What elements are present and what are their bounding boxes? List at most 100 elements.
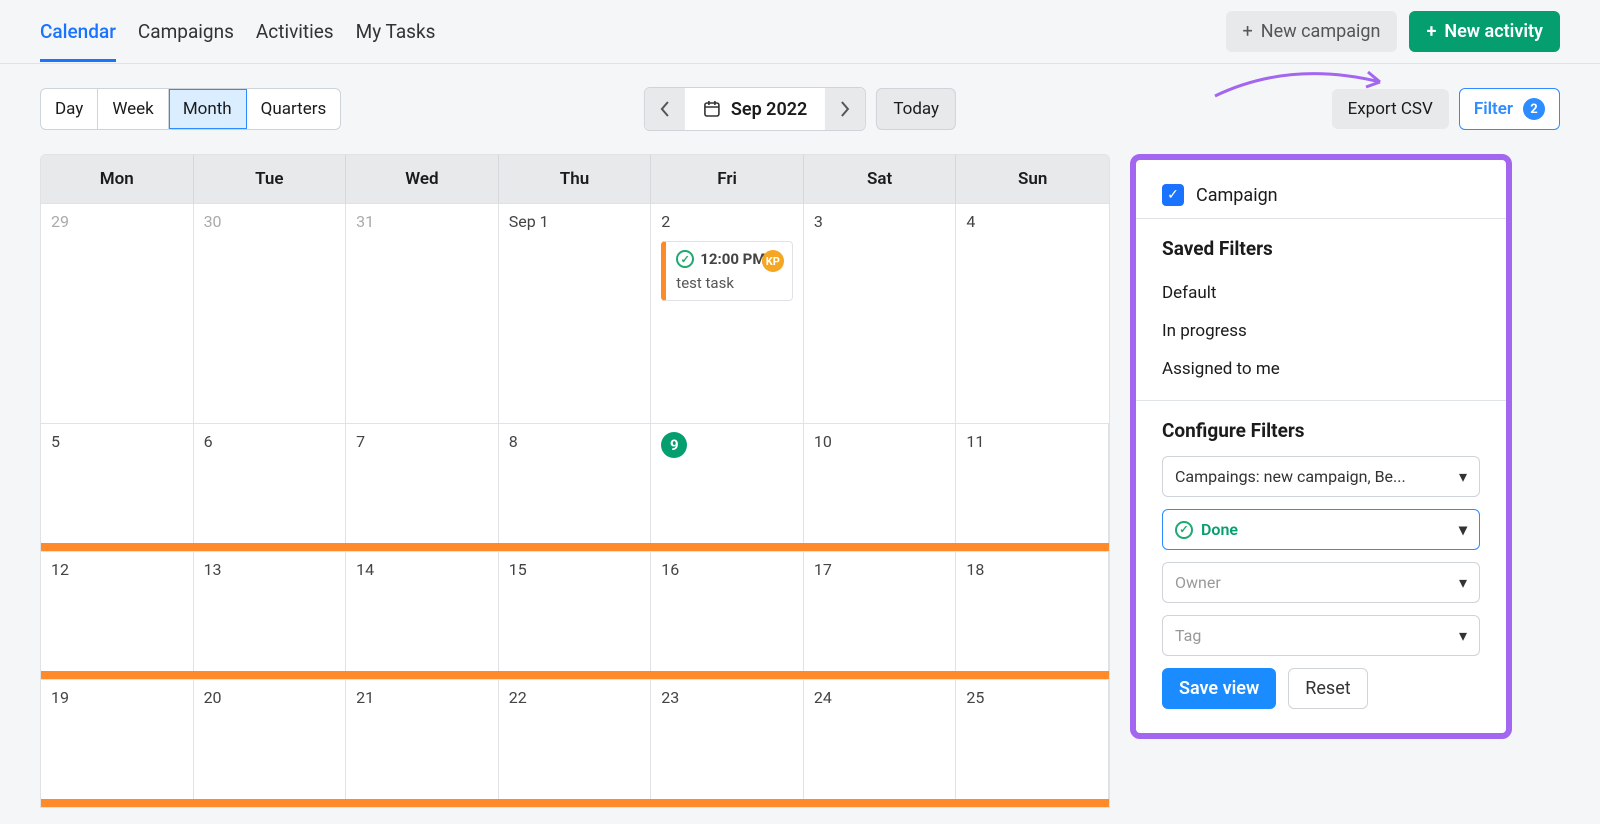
- calendar-cell[interactable]: Sep 1: [499, 203, 652, 423]
- tab-campaigns[interactable]: Campaigns: [138, 2, 234, 62]
- saved-filter-default[interactable]: Default: [1162, 274, 1480, 312]
- configure-filters-header: Configure Filters: [1162, 419, 1480, 442]
- calendar-cell[interactable]: 22: [499, 679, 652, 807]
- current-month-label: Sep 2022: [685, 99, 825, 120]
- new-activity-button[interactable]: + New activity: [1409, 11, 1560, 52]
- date-number: 20: [204, 688, 336, 707]
- calendar-cell[interactable]: 24: [804, 679, 957, 807]
- calendar-cell[interactable]: 15: [499, 551, 652, 679]
- calendar-cell[interactable]: 19: [41, 679, 194, 807]
- calendar-cell[interactable]: 11: [956, 423, 1109, 551]
- month-navigator: Sep 2022: [644, 87, 866, 131]
- nav-tabs: Calendar Campaigns Activities My Tasks: [40, 2, 435, 62]
- checkbox-icon: ✓: [1162, 184, 1184, 206]
- filter-button[interactable]: Filter 2: [1459, 88, 1560, 130]
- calendar-icon: [703, 100, 721, 118]
- date-number: 30: [204, 212, 336, 231]
- plus-icon: +: [1243, 23, 1253, 41]
- next-month-button[interactable]: [825, 88, 865, 130]
- date-number: 21: [356, 688, 488, 707]
- calendar-cell[interactable]: 3: [804, 203, 957, 423]
- new-activity-label: New activity: [1444, 21, 1543, 42]
- date-number: 19: [51, 688, 183, 707]
- calendar-cell[interactable]: 6: [194, 423, 347, 551]
- owner-select-value: Owner: [1175, 573, 1221, 592]
- calendar-week: 29 30 31 Sep 1 2 ✓12:00 PMKPtest task34: [41, 203, 1109, 423]
- calendar-cell[interactable]: 18: [956, 551, 1109, 679]
- save-view-button[interactable]: Save view: [1162, 668, 1276, 709]
- check-circle-icon: ✓: [676, 250, 694, 268]
- calendar-cell[interactable]: 4: [956, 203, 1109, 423]
- tag-select[interactable]: Tag ▾: [1162, 615, 1480, 656]
- tab-activities[interactable]: Activities: [256, 2, 334, 62]
- saved-filter-assigned[interactable]: Assigned to me: [1162, 350, 1480, 388]
- dayhead-sat: Sat: [804, 155, 957, 203]
- owner-select[interactable]: Owner ▾: [1162, 562, 1480, 603]
- dayhead-sun: Sun: [956, 155, 1109, 203]
- chevron-left-icon: [660, 101, 670, 117]
- date-number: 7: [356, 432, 488, 451]
- calendar-cell[interactable]: 12: [41, 551, 194, 679]
- calendar-cell[interactable]: 31: [346, 203, 499, 423]
- calendar-cell[interactable]: 17: [804, 551, 957, 679]
- date-number: 14: [356, 560, 488, 579]
- campaign-range-bar[interactable]: [41, 671, 1109, 679]
- saved-filters-header: Saved Filters: [1162, 237, 1480, 260]
- calendar-cell[interactable]: 16: [651, 551, 804, 679]
- date-number: 10: [814, 432, 946, 451]
- calendar-cell[interactable]: 13: [194, 551, 347, 679]
- calendar-week: 1213 14 151617 18: [41, 551, 1109, 679]
- date-number: 25: [966, 688, 1098, 707]
- calendar-week: 19 20 21 22 2324 25: [41, 679, 1109, 807]
- campaign-range-bar[interactable]: [41, 799, 1109, 807]
- tab-my-tasks[interactable]: My Tasks: [356, 2, 436, 62]
- date-number: 22: [509, 688, 641, 707]
- campaign-range-bar[interactable]: [41, 543, 1109, 551]
- view-quarters[interactable]: Quarters: [247, 89, 341, 129]
- dayhead-wed: Wed: [346, 155, 499, 203]
- calendar-grid: Mon Tue Wed Thu Fri Sat Sun 293031Sep 12…: [40, 154, 1110, 808]
- campaigns-select-value: Campaings: new campaign, Be...: [1175, 467, 1406, 486]
- export-csv-button[interactable]: Export CSV: [1332, 89, 1449, 129]
- calendar-cell[interactable]: 23: [651, 679, 804, 807]
- today-button[interactable]: Today: [876, 88, 956, 130]
- date-number: 5: [51, 432, 183, 451]
- chevron-right-icon: [840, 101, 850, 117]
- view-month[interactable]: Month: [169, 89, 247, 129]
- new-campaign-button[interactable]: + New campaign: [1226, 11, 1398, 52]
- prev-month-button[interactable]: [645, 88, 685, 130]
- tab-calendar[interactable]: Calendar: [40, 2, 116, 62]
- view-week[interactable]: Week: [98, 89, 168, 129]
- month-text: Sep 2022: [731, 99, 807, 120]
- calendar-cell[interactable]: 5: [41, 423, 194, 551]
- calendar-cell[interactable]: 29: [41, 203, 194, 423]
- chevron-down-icon: ▾: [1459, 626, 1467, 645]
- event-card[interactable]: ✓12:00 PMKPtest task: [661, 241, 793, 301]
- calendar-cell[interactable]: 8: [499, 423, 652, 551]
- day-header-row: Mon Tue Wed Thu Fri Sat Sun: [41, 155, 1109, 203]
- date-number: 31: [356, 212, 488, 231]
- saved-filter-in-progress[interactable]: In progress: [1162, 312, 1480, 350]
- status-select-value: Done: [1201, 520, 1238, 539]
- calendar-cell[interactable]: 10: [804, 423, 957, 551]
- dayhead-tue: Tue: [194, 155, 347, 203]
- date-number: 18: [966, 560, 1098, 579]
- calendar-cell[interactable]: 14: [346, 551, 499, 679]
- status-select[interactable]: ✓ Done ▾: [1162, 509, 1480, 550]
- campaigns-select[interactable]: Campaings: new campaign, Be... ▾: [1162, 456, 1480, 497]
- new-campaign-label: New campaign: [1261, 21, 1381, 42]
- reset-button[interactable]: Reset: [1288, 668, 1367, 709]
- view-day[interactable]: Day: [41, 89, 98, 129]
- campaign-checkbox-row[interactable]: ✓ Campaign: [1162, 184, 1480, 206]
- calendar-cell[interactable]: 20: [194, 679, 347, 807]
- filter-panel: ✓ Campaign Saved Filters Default In prog…: [1130, 154, 1512, 739]
- calendar-cell[interactable]: 7: [346, 423, 499, 551]
- calendar-cell[interactable]: 21: [346, 679, 499, 807]
- date-number: 2: [661, 212, 793, 231]
- chevron-down-icon: ▾: [1459, 573, 1467, 592]
- calendar-cell[interactable]: 30: [194, 203, 347, 423]
- date-number: 4: [966, 212, 1099, 231]
- calendar-cell[interactable]: 9: [651, 423, 804, 551]
- calendar-cell[interactable]: 2 ✓12:00 PMKPtest task: [651, 203, 804, 423]
- calendar-cell[interactable]: 25: [956, 679, 1109, 807]
